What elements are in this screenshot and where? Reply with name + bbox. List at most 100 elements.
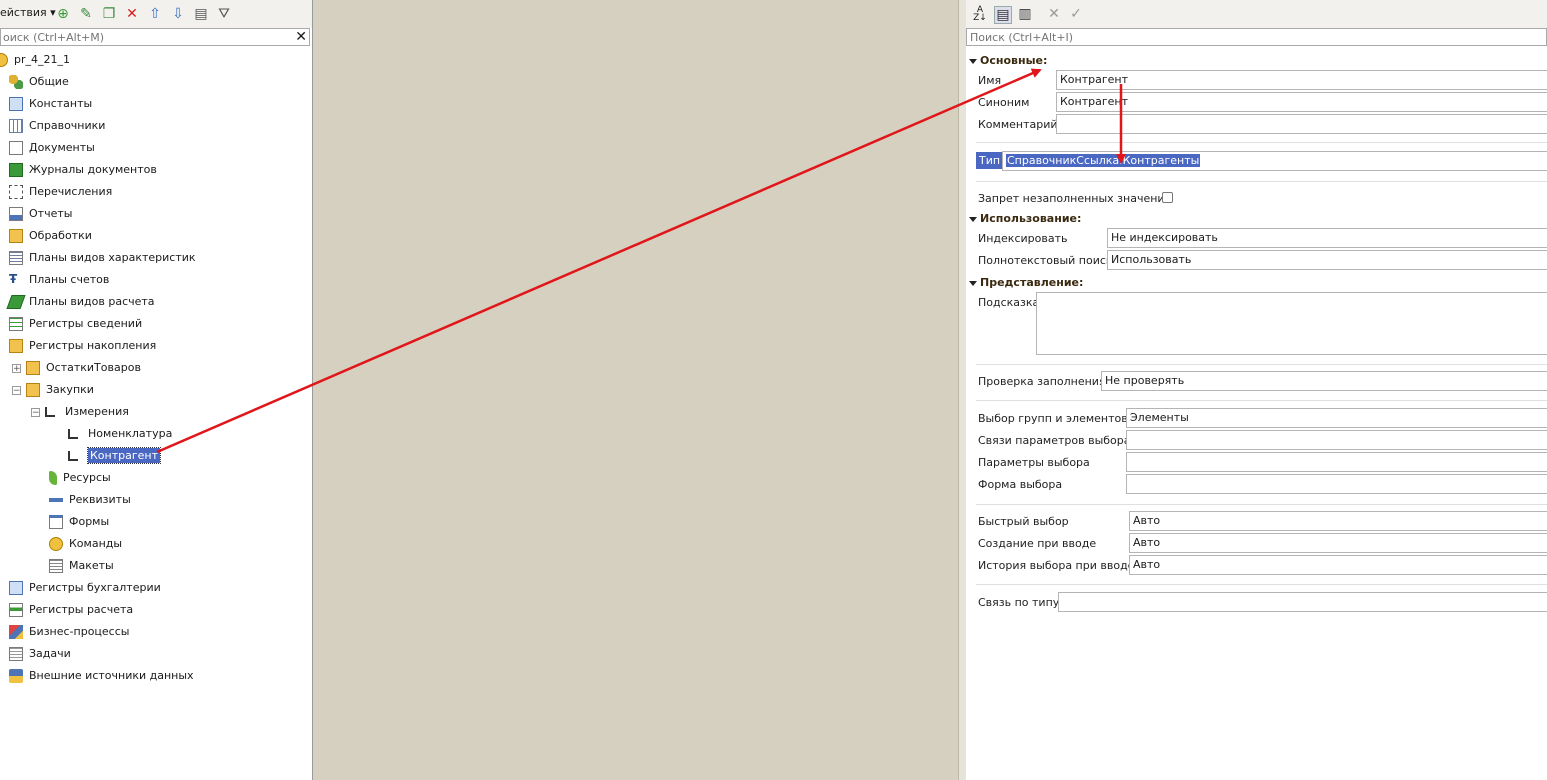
collapse-triangle-icon xyxy=(969,58,977,64)
section-main[interactable]: Основные: xyxy=(969,54,1047,67)
tree-item-zhurnaly[interactable]: Журналы документов xyxy=(9,159,157,181)
delete-icon[interactable]: ✕ xyxy=(124,6,140,22)
copy-icon[interactable]: ❐ xyxy=(101,6,117,22)
filter-icon[interactable]: ⛛ xyxy=(216,6,232,22)
sort-alphabetical-icon[interactable]: A Z↓ xyxy=(972,6,988,23)
properties-panel: AZ↓ ▤ ▥ ✕ ✓ Основные: Имя Контрагент Син… xyxy=(966,0,1547,780)
tree-item-external-sources[interactable]: Внешние источники данных xyxy=(9,665,194,687)
tree-root[interactable]: pr_4_21_1 xyxy=(0,49,70,71)
dimension-icon xyxy=(68,429,78,439)
choice-form-field[interactable] xyxy=(1126,474,1547,494)
move-up-icon[interactable]: ⇧ xyxy=(147,6,163,22)
tree-item-label: Регистры накопления xyxy=(29,339,157,352)
quick-choice-select[interactable]: Авто xyxy=(1129,511,1547,531)
fill-check-label: Проверка заполнения xyxy=(978,375,1106,388)
history-select[interactable]: Авто xyxy=(1129,555,1547,575)
divider xyxy=(976,400,1547,401)
comment-label: Комментарий xyxy=(978,118,1058,131)
tree-item-registry-svedeniy[interactable]: Регистры сведений xyxy=(9,313,142,335)
accumulation-register-icon xyxy=(26,361,40,375)
configuration-icon xyxy=(0,53,8,67)
choice-params-links-field[interactable] xyxy=(1126,430,1547,450)
type-field[interactable]: СправочникСсылка.Контрагенты xyxy=(1002,151,1547,171)
properties-search-input[interactable] xyxy=(967,29,1543,45)
expand-icon[interactable]: + xyxy=(12,363,21,373)
tree-item-registry-buh[interactable]: Регистры бухгалтерии xyxy=(9,577,161,599)
divider xyxy=(976,142,1547,143)
tree-item-dokumenty[interactable]: Документы xyxy=(9,137,95,159)
tree-item-label: Регистры расчета xyxy=(29,603,134,616)
tree-item-makety[interactable]: Макеты xyxy=(49,555,114,577)
move-down-icon[interactable]: ⇩ xyxy=(170,6,186,22)
deny-empty-checkbox[interactable] xyxy=(1162,192,1173,203)
fill-check-select[interactable]: Не проверять xyxy=(1101,371,1547,391)
tree-item-label: Формы xyxy=(69,515,110,528)
choice-params-field[interactable] xyxy=(1126,452,1547,472)
tree-item-pvh[interactable]: Планы видов характеристик xyxy=(9,247,196,269)
cancel-icon[interactable]: ✕ xyxy=(1046,6,1062,22)
enums-icon xyxy=(9,185,23,199)
tree-item-kontragent[interactable]: Контрагент xyxy=(68,445,162,467)
tree-item-obshchie[interactable]: Общие xyxy=(9,71,69,93)
tree-item-komandy[interactable]: Команды xyxy=(49,533,122,555)
fulltext-select[interactable]: Использовать xyxy=(1107,250,1547,270)
tree-item-resursy[interactable]: Ресурсы xyxy=(49,467,111,489)
tree-item-label: ОстаткиТоваров xyxy=(46,361,141,374)
edit-icon[interactable]: ✎ xyxy=(78,6,94,22)
choice-params-links-label: Связи параметров выбора xyxy=(978,434,1131,447)
tree-item-plany-schetov[interactable]: Ŧ Планы счетов xyxy=(9,269,109,291)
tree-search-input[interactable] xyxy=(1,29,295,45)
tooltip-textarea[interactable] xyxy=(1036,292,1547,355)
tree-item-pvr[interactable]: Планы видов расчета xyxy=(6,291,155,313)
tree-item-nomenklatura[interactable]: Номенклатура xyxy=(68,423,172,445)
comment-field[interactable] xyxy=(1056,114,1547,134)
tree-item-perechisleniya[interactable]: Перечисления xyxy=(9,181,112,203)
clear-search-icon[interactable]: ✕ xyxy=(295,29,307,45)
add-icon[interactable]: ⊕ xyxy=(55,6,71,22)
index-select[interactable]: Не индексировать xyxy=(1107,228,1547,248)
calculation-types-icon xyxy=(6,295,26,309)
tree-item-rekvizity[interactable]: Реквизиты xyxy=(49,489,131,511)
tree-item-otchety[interactable]: Отчеты xyxy=(9,203,72,225)
tree-item-obrabotki[interactable]: Обработки xyxy=(9,225,92,247)
resources-icon xyxy=(49,471,57,485)
tree-item-konstanty[interactable]: Константы xyxy=(9,93,92,115)
synonym-field[interactable]: Контрагент xyxy=(1056,92,1547,112)
sort-icon[interactable]: ▤ xyxy=(193,6,209,22)
quick-choice-label: Быстрый выбор xyxy=(978,515,1069,528)
apply-icon[interactable]: ✓ xyxy=(1068,6,1084,22)
tree-item-biznes-processy[interactable]: Бизнес-процессы xyxy=(9,621,129,643)
tree-item-label: Регистры сведений xyxy=(29,317,143,330)
tree-item-zadachi[interactable]: Задачи xyxy=(9,643,71,665)
create-on-input-select[interactable]: Авто xyxy=(1129,533,1547,553)
tree-item-label: Макеты xyxy=(69,559,114,572)
tree-item-spravochniki[interactable]: Справочники xyxy=(9,115,105,137)
filter-properties-icon[interactable]: ▥ xyxy=(1017,6,1033,22)
tree-item-formy[interactable]: Формы xyxy=(49,511,109,533)
tree-item-ostatki[interactable]: + ОстаткиТоваров xyxy=(12,357,141,379)
divider xyxy=(976,504,1547,505)
type-value: СправочникСсылка.Контрагенты xyxy=(1006,154,1201,167)
collapse-icon[interactable]: − xyxy=(31,407,40,417)
actions-menu-button[interactable]: ействия ▾ xyxy=(0,6,56,19)
attributes-icon xyxy=(49,498,63,502)
create-on-input-label: Создание при вводе xyxy=(978,537,1097,550)
tree-item-registry-nakopleniya[interactable]: Регистры накопления xyxy=(9,335,156,357)
synonym-label: Синоним xyxy=(978,96,1030,109)
name-field[interactable]: Контрагент xyxy=(1056,70,1547,90)
templates-icon xyxy=(49,559,63,573)
choice-params-label: Параметры выбора xyxy=(978,456,1090,469)
categorized-view-icon[interactable]: ▤ xyxy=(994,6,1012,24)
data-processors-icon xyxy=(9,229,23,243)
section-presentation[interactable]: Представление: xyxy=(969,276,1083,289)
section-usage[interactable]: Использование: xyxy=(969,212,1081,225)
tree-item-label: Отчеты xyxy=(29,207,73,220)
tree-item-zakupki[interactable]: − Закупки xyxy=(12,379,94,401)
choose-groups-select[interactable]: Элементы xyxy=(1126,408,1547,428)
collapse-icon[interactable]: − xyxy=(12,385,21,395)
tree-item-registry-rascheta[interactable]: Регистры расчета xyxy=(9,599,133,621)
dimensions-icon xyxy=(45,407,55,417)
tree-item-label: Команды xyxy=(69,537,123,550)
tree-item-izmereniya[interactable]: − Измерения xyxy=(31,401,129,423)
link-by-type-field[interactable] xyxy=(1058,592,1547,612)
